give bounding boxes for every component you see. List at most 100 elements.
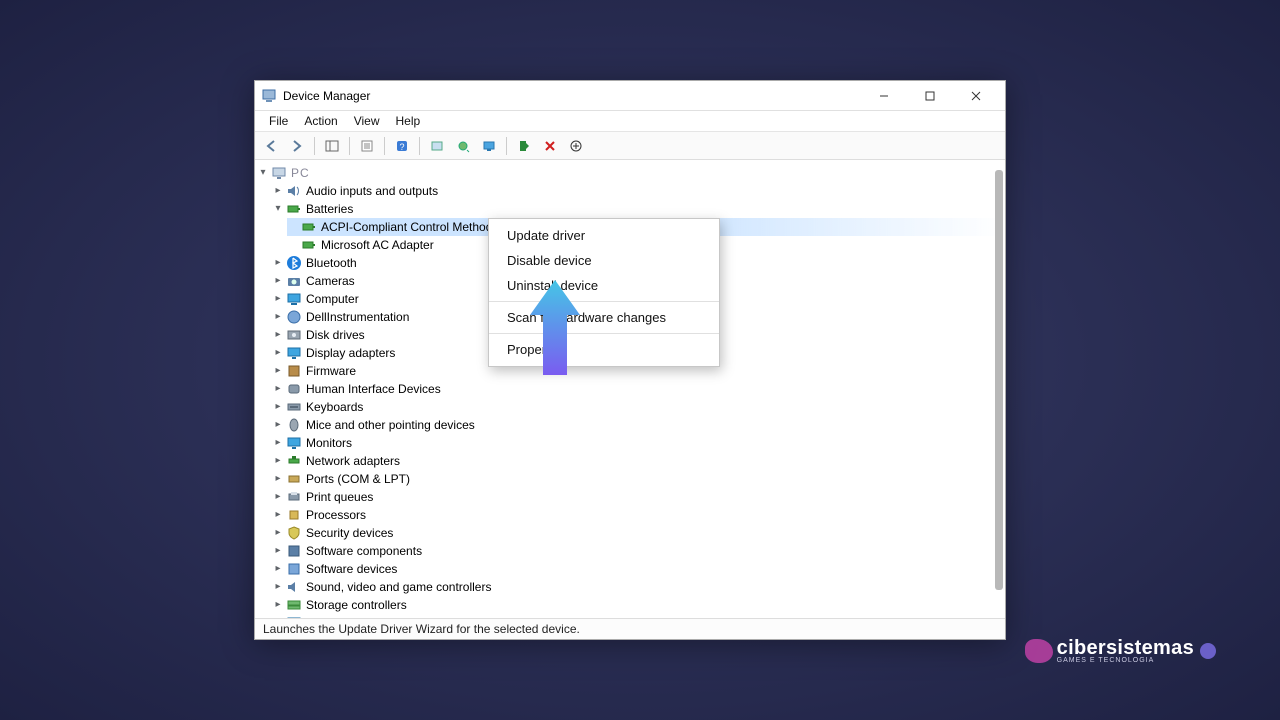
scan-icon[interactable] xyxy=(451,135,475,157)
menu-help[interactable]: Help xyxy=(388,112,429,130)
maximize-button[interactable] xyxy=(907,81,953,111)
tree-node[interactable]: Batteries xyxy=(272,200,1003,218)
chevron-right-icon[interactable] xyxy=(272,293,284,304)
chevron-right-icon[interactable] xyxy=(272,437,284,448)
chevron-right-icon[interactable] xyxy=(272,545,284,556)
chevron-down-icon[interactable] xyxy=(257,167,269,178)
help-icon[interactable]: ? xyxy=(390,135,414,157)
titlebar[interactable]: Device Manager xyxy=(255,81,1005,111)
ctx-uninstall-device[interactable]: Uninstall device xyxy=(489,273,719,298)
chevron-down-icon[interactable] xyxy=(272,203,284,214)
tree-node[interactable]: Software components xyxy=(272,542,1003,560)
toolbar-separator xyxy=(314,137,315,155)
chevron-right-icon[interactable] xyxy=(272,347,284,358)
ctx-disable-device[interactable]: Disable device xyxy=(489,248,719,273)
scan-hardware-icon[interactable] xyxy=(564,135,588,157)
chevron-right-icon[interactable] xyxy=(272,311,284,322)
tree-node-label: Software devices xyxy=(306,562,397,576)
tree-node[interactable]: Keyboards xyxy=(272,398,1003,416)
enable-icon[interactable] xyxy=(512,135,536,157)
scrollbar-thumb[interactable] xyxy=(995,170,1003,590)
mouse-icon xyxy=(286,417,302,433)
tree-root-label: PC xyxy=(291,166,310,180)
tree-node-label: Computer xyxy=(306,292,359,306)
menu-view[interactable]: View xyxy=(346,112,388,130)
overlay-arrow-annotation xyxy=(530,280,580,375)
chevron-right-icon[interactable] xyxy=(272,329,284,340)
tree-node[interactable]: Security devices xyxy=(272,524,1003,542)
minimize-button[interactable] xyxy=(861,81,907,111)
tree-node[interactable]: Network adapters xyxy=(272,452,1003,470)
menu-file[interactable]: File xyxy=(261,112,296,130)
toolbar-separator xyxy=(419,137,420,155)
tree-root[interactable]: PC xyxy=(257,164,1003,182)
tree-node[interactable]: Audio inputs and outputs xyxy=(272,182,1003,200)
chevron-right-icon[interactable] xyxy=(272,275,284,286)
toolbar-separator xyxy=(384,137,385,155)
tree-node-label: Processors xyxy=(306,508,366,522)
hid-icon xyxy=(286,381,302,397)
chevron-right-icon[interactable] xyxy=(272,473,284,484)
update-driver-icon[interactable] xyxy=(477,135,501,157)
tree-node-label: Batteries xyxy=(306,202,353,216)
tree-node[interactable]: Sound, video and game controllers xyxy=(272,578,1003,596)
tree-node[interactable]: Print queues xyxy=(272,488,1003,506)
tree-node-label: Keyboards xyxy=(306,400,363,414)
tree-node-label: Cameras xyxy=(306,274,355,288)
tree-node-label: Display adapters xyxy=(306,346,395,360)
chevron-right-icon[interactable] xyxy=(272,581,284,592)
uninstall-icon[interactable] xyxy=(538,135,562,157)
tree-node[interactable]: Monitors xyxy=(272,434,1003,452)
tree-node[interactable]: Mice and other pointing devices xyxy=(272,416,1003,434)
tree-node-label: Disk drives xyxy=(306,328,365,342)
chevron-right-icon[interactable] xyxy=(272,455,284,466)
chevron-right-icon[interactable] xyxy=(272,599,284,610)
ports-icon xyxy=(286,471,302,487)
tree-node[interactable]: Storage controllers xyxy=(272,596,1003,614)
software-icon xyxy=(286,561,302,577)
ctx-separator xyxy=(489,333,719,334)
tree-node-label: Bluetooth xyxy=(306,256,357,270)
tree-node-label: Audio inputs and outputs xyxy=(306,184,438,198)
sound-icon xyxy=(286,579,302,595)
chevron-right-icon[interactable] xyxy=(272,491,284,502)
status-text: Launches the Update Driver Wizard for th… xyxy=(263,622,580,636)
tree-node-label: Sound, video and game controllers xyxy=(306,580,491,594)
chevron-right-icon[interactable] xyxy=(272,383,284,394)
chevron-right-icon[interactable] xyxy=(272,185,284,196)
tree-node[interactable]: Human Interface Devices xyxy=(272,380,1003,398)
properties-icon[interactable] xyxy=(355,135,379,157)
processor-icon xyxy=(286,507,302,523)
ctx-properties[interactable]: Properties xyxy=(489,337,719,362)
tree-node-label: Microsoft AC Adapter xyxy=(321,238,434,252)
dell-icon xyxy=(286,309,302,325)
brand-logo: cibersistemas GAMES E TECNOLOGIA xyxy=(1025,637,1216,664)
battery-icon xyxy=(301,237,317,253)
chevron-right-icon[interactable] xyxy=(272,257,284,268)
network-icon xyxy=(286,453,302,469)
chevron-right-icon[interactable] xyxy=(272,509,284,520)
tree-node-label: Storage controllers xyxy=(306,598,407,612)
ctx-update-driver[interactable]: Update driver xyxy=(489,223,719,248)
tree-node-label: System devices xyxy=(306,616,390,618)
tree-node-label: Software components xyxy=(306,544,422,558)
chevron-right-icon[interactable] xyxy=(272,365,284,376)
toolbar-separator xyxy=(506,137,507,155)
tree-node[interactable]: Ports (COM & LPT) xyxy=(272,470,1003,488)
chevron-right-icon[interactable] xyxy=(272,401,284,412)
ctx-scan-hardware[interactable]: Scan for hardware changes xyxy=(489,305,719,330)
keyboard-icon xyxy=(286,399,302,415)
forward-icon[interactable] xyxy=(285,135,309,157)
chevron-right-icon[interactable] xyxy=(272,419,284,430)
tree-node[interactable]: System devices xyxy=(272,614,1003,618)
chevron-right-icon[interactable] xyxy=(272,527,284,538)
show-hide-console-tree-icon[interactable] xyxy=(320,135,344,157)
tree-node[interactable]: Software devices xyxy=(272,560,1003,578)
back-icon[interactable] xyxy=(259,135,283,157)
storage-icon xyxy=(286,597,302,613)
chevron-right-icon[interactable] xyxy=(272,563,284,574)
action-icon[interactable] xyxy=(425,135,449,157)
tree-node[interactable]: Processors xyxy=(272,506,1003,524)
menu-action[interactable]: Action xyxy=(296,112,345,130)
close-button[interactable] xyxy=(953,81,999,111)
